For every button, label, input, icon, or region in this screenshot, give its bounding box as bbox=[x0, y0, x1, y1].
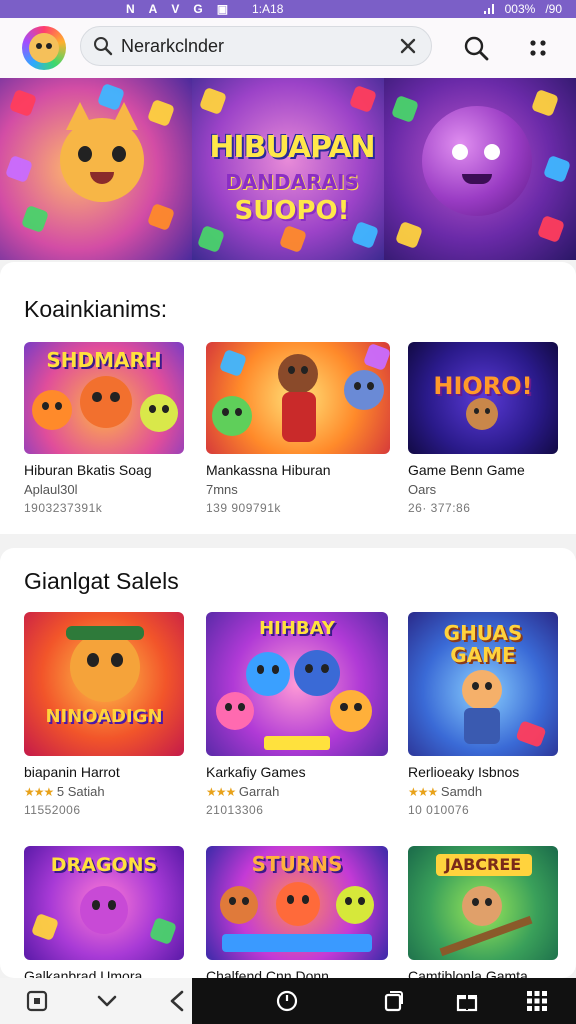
more-icon[interactable] bbox=[526, 36, 550, 60]
status-time: 1:A18 bbox=[252, 2, 284, 16]
back-icon[interactable] bbox=[164, 988, 190, 1014]
card-rating: ★★★ Samdh bbox=[408, 784, 483, 799]
card-title: Game Benn Game bbox=[408, 462, 525, 478]
chevron-down-icon[interactable] bbox=[94, 988, 120, 1014]
notification-icon: G bbox=[193, 2, 203, 16]
star-rating-icon: ★★★ bbox=[408, 785, 438, 799]
card-title: Mankassna Hiburan bbox=[206, 462, 331, 478]
search-icon[interactable] bbox=[462, 34, 490, 62]
notification-icon: N bbox=[126, 2, 135, 16]
star-rating-icon: ★★★ bbox=[24, 785, 54, 799]
game-thumbnail: GHUAS GAME bbox=[408, 612, 558, 756]
status-extra: /90 bbox=[545, 2, 562, 16]
banner-panel bbox=[384, 78, 576, 260]
banner-subtitle: DANDARAIS bbox=[225, 170, 359, 194]
card-meta: 1903237391k bbox=[24, 501, 103, 515]
banner-panel bbox=[192, 78, 384, 260]
app-logo-icon[interactable] bbox=[22, 26, 66, 70]
section-recommended: Koainkianims: SHDMARH Hiburan Bkatis Soa… bbox=[0, 262, 576, 534]
grid-icon[interactable] bbox=[524, 988, 550, 1014]
status-icons-left: N A V G ▣ bbox=[126, 2, 228, 16]
card-meta: 139 909791k bbox=[206, 501, 281, 515]
card-subtitle: Aplaul30l bbox=[24, 482, 78, 497]
ball-character bbox=[422, 106, 532, 216]
game-card[interactable]: DRAGONS Galkanbrad Umora bbox=[24, 846, 184, 984]
game-thumbnail: DRAGONS bbox=[24, 846, 184, 960]
game-thumbnail: NINOADIGN bbox=[24, 612, 184, 756]
status-bar: N A V G ▣ 1:A18 003% /90 bbox=[0, 0, 576, 18]
card-meta: 11552006 bbox=[24, 803, 81, 817]
square-icon[interactable] bbox=[24, 988, 50, 1014]
card-title: biapanin Harrot bbox=[24, 764, 120, 780]
game-thumbnail: HIORO! bbox=[408, 342, 558, 454]
top-app-bar bbox=[0, 18, 576, 78]
card-rating: ★★★ 5 Satiah bbox=[24, 784, 105, 799]
status-icons-right: 003% /90 bbox=[483, 2, 562, 16]
game-card[interactable]: STURNS Chalfend Cnn Donn bbox=[206, 846, 388, 984]
game-card[interactable]: GHUAS GAME Rerlioeaky Isbnos ★★★ Samdh 1… bbox=[408, 612, 558, 817]
card-subtitle: Oars bbox=[408, 482, 437, 497]
notification-icon: ▣ bbox=[216, 2, 229, 16]
signal-icon bbox=[483, 4, 494, 14]
search-input[interactable] bbox=[121, 35, 391, 57]
game-thumbnail bbox=[206, 342, 390, 454]
banner-subtitle: SUOPO! bbox=[234, 196, 350, 226]
star-rating-icon: ★★★ bbox=[206, 785, 236, 799]
banner-title: HIBUAPAN bbox=[209, 130, 375, 165]
close-icon[interactable] bbox=[397, 35, 419, 57]
notification-icon: V bbox=[171, 2, 180, 16]
card-meta: 10 010076 bbox=[408, 803, 470, 817]
featured-banner[interactable]: HIBUAPAN DANDARAIS SUOPO! bbox=[0, 78, 576, 260]
card-title: Karkafiy Games bbox=[206, 764, 306, 780]
banner-panel bbox=[0, 78, 192, 260]
card-rating: ★★★ Garrah bbox=[206, 784, 280, 799]
game-card[interactable]: SHDMARH Hiburan Bkatis Soag Aplaul30l 19… bbox=[24, 342, 184, 515]
game-thumbnail: SHDMARH bbox=[24, 342, 184, 454]
gift-icon[interactable] bbox=[454, 988, 480, 1014]
cat-character bbox=[60, 102, 144, 202]
card-title: Hiburan Bkatis Soag bbox=[24, 462, 152, 478]
search-icon bbox=[94, 37, 113, 56]
nav-left bbox=[0, 978, 192, 1024]
nav-right bbox=[192, 978, 576, 1024]
notification-icon: A bbox=[148, 2, 158, 16]
game-thumbnail: JABCREE bbox=[408, 846, 558, 960]
game-card[interactable]: NINOADIGN biapanin Harrot ★★★ 5 Satiah 1… bbox=[24, 612, 184, 817]
section-popular: Gianlgat Salels NINOADIGN biapanin Harro… bbox=[0, 548, 576, 984]
game-card[interactable]: HIHBAY Karkafiy Games ★★★ Garrah 2101330… bbox=[206, 612, 388, 817]
game-card[interactable]: JABCREE Camtiblonla Gamta bbox=[408, 846, 558, 984]
card-subtitle: 7mns bbox=[206, 482, 238, 497]
battery-text: 003% bbox=[504, 2, 536, 16]
game-thumbnail: HIHBAY bbox=[206, 612, 388, 756]
copy-icon[interactable] bbox=[380, 988, 406, 1014]
search-bar[interactable] bbox=[80, 26, 432, 66]
clock-icon[interactable] bbox=[274, 988, 300, 1014]
card-meta: 26· 377:86 bbox=[408, 501, 471, 515]
game-card[interactable]: Mankassna Hiburan 7mns 139 909791k bbox=[206, 342, 390, 515]
game-card[interactable]: HIORO! Game Benn Game Oars 26· 377:86 bbox=[408, 342, 558, 515]
section-title: Gianlgat Salels bbox=[24, 568, 179, 594]
card-meta: 21013306 bbox=[206, 803, 264, 817]
bottom-navigation bbox=[0, 978, 576, 1024]
card-title: Rerlioeaky Isbnos bbox=[408, 764, 520, 780]
game-thumbnail: STURNS bbox=[206, 846, 388, 960]
section-title: Koainkianims: bbox=[24, 296, 168, 322]
